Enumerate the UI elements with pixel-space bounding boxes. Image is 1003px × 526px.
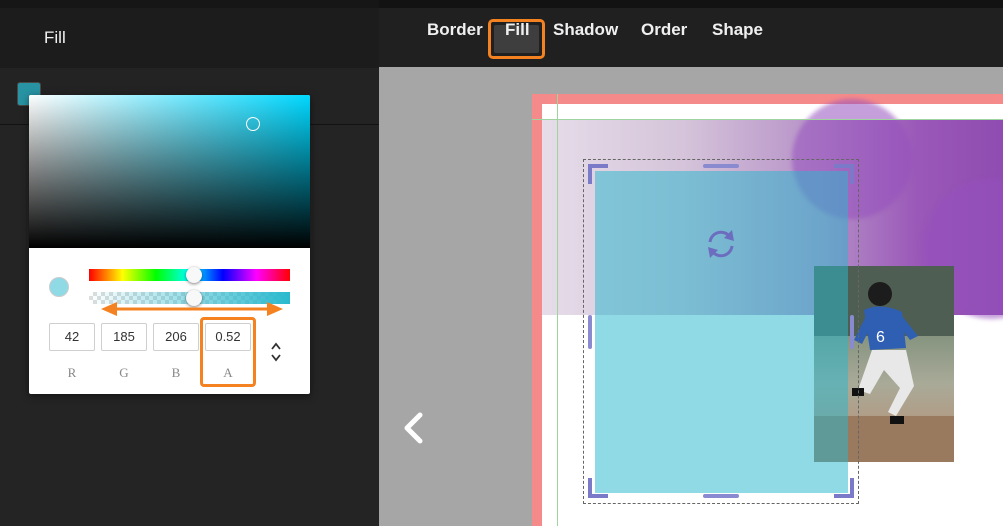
red-input[interactable]: 42 [49,323,95,351]
resize-handle-bottom[interactable] [703,494,739,498]
resize-handle-bottom-right[interactable] [834,478,854,498]
color-cursor[interactable] [246,117,260,131]
panel-top-strip [0,0,379,8]
guide-line-vertical [557,94,558,526]
blue-label: B [171,365,181,380]
alpha-highlight-box [200,317,256,387]
green-input[interactable]: 185 [101,323,147,351]
tab-shadow[interactable]: Shadow [553,20,618,40]
blue-input[interactable]: 206 [153,323,199,351]
red-label: R [67,365,77,380]
panel-title: Fill [44,28,66,47]
saturation-value-area[interactable] [29,95,310,248]
hue-slider-handle[interactable] [186,267,202,283]
color-picker: 42 185 206 0.52 R G B A [29,95,310,394]
app-window: Fill 42 185 206 0.52 R G B A Border Fill… [0,0,1003,526]
svg-text:6: 6 [876,329,885,346]
resize-handle-top-right[interactable] [834,164,854,184]
chevron-left-icon[interactable] [401,411,425,445]
selection-frame [583,159,859,504]
tab-fill[interactable]: Fill [505,20,530,40]
guide-line-horizontal [532,119,1003,120]
double-arrow-annotation [101,302,283,316]
resize-handle-top-left[interactable] [588,164,608,184]
tab-order[interactable]: Order [641,20,687,40]
tab-border[interactable]: Border [427,20,483,40]
rotate-icon[interactable] [702,227,740,261]
resize-handle-top[interactable] [703,164,739,168]
editor-canvas: 6 [379,67,1003,526]
resize-handle-left[interactable] [588,315,592,349]
tab-shape[interactable]: Shape [712,20,763,40]
resize-handle-right[interactable] [850,315,854,349]
toolbar-top-strip [379,0,1003,8]
resize-handle-bottom-left[interactable] [588,478,608,498]
green-label: G [119,365,129,380]
format-toggle-icon[interactable] [270,340,282,364]
color-preview [49,277,69,297]
